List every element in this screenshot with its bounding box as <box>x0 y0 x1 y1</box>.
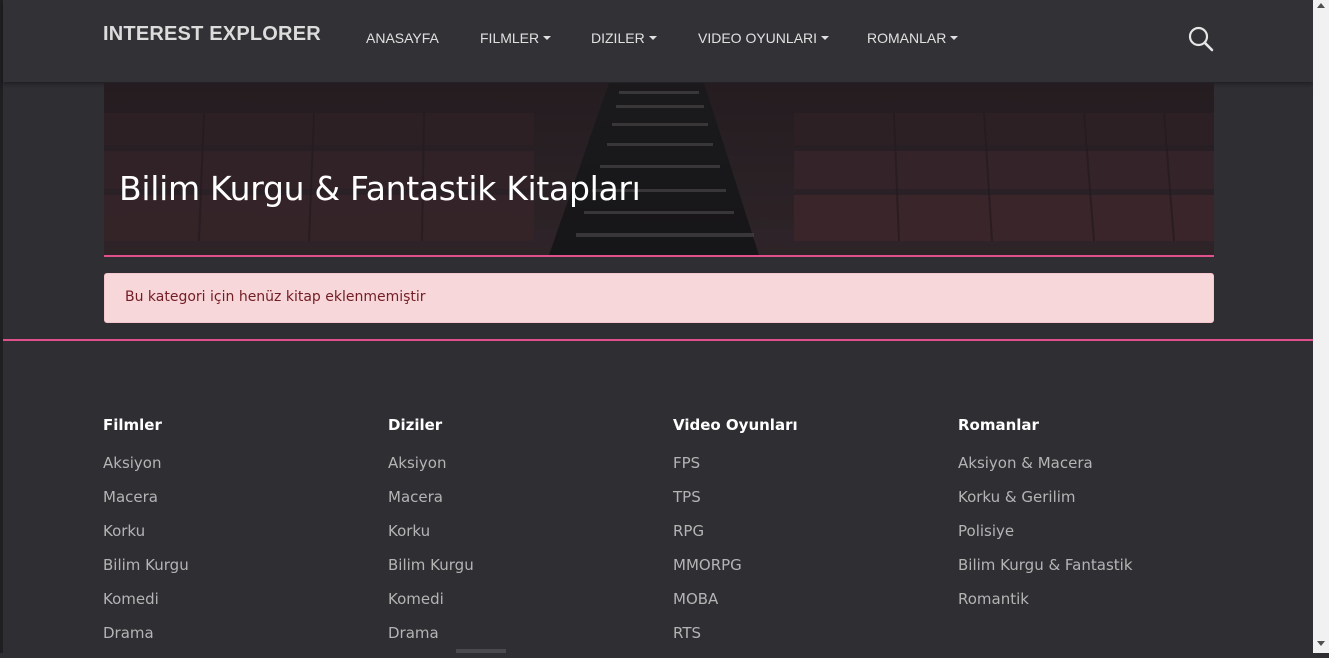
nav-item-video-oyunlari[interactable]: VIDEO OYUNLARI <box>698 30 830 46</box>
footer-link[interactable]: Bilim Kurgu <box>388 556 658 590</box>
footer-heading: Romanlar <box>958 416 1039 434</box>
vertical-scrollbar[interactable] <box>1313 0 1329 653</box>
caret-down-icon <box>950 36 959 40</box>
footer-column-filmler: Filmler Aksiyon Macera Korku Bilim Kurgu… <box>103 416 373 658</box>
footer-link[interactable]: Korku <box>388 522 658 556</box>
navbar: INTEREST EXPLORER ANASAYFA FILMLER DIZIL… <box>3 0 1313 82</box>
footer-heading: Video Oyunları <box>673 416 798 434</box>
footer-column-diziler: Diziler Aksiyon Macera Korku Bilim Kurgu… <box>388 416 658 658</box>
footer-divider <box>3 339 1313 341</box>
brand-logo[interactable]: INTEREST EXPLORER <box>103 23 321 46</box>
nav-item-romanlar[interactable]: ROMANLAR <box>867 30 959 46</box>
footer-heading: Diziler <box>388 416 443 434</box>
caret-down-icon <box>648 36 657 40</box>
nav-item-diziler[interactable]: DIZILER <box>591 30 657 46</box>
nav-item-label: ROMANLAR <box>867 30 947 46</box>
footer-link[interactable]: Aksiyon <box>103 454 373 488</box>
footer-link[interactable]: RPG <box>673 522 943 556</box>
footer-link[interactable]: Aksiyon <box>388 454 658 488</box>
footer-link[interactable]: Aksiyon & Macera <box>958 454 1228 488</box>
footer-link[interactable]: Polisiye <box>958 522 1228 556</box>
nav-item-label: VIDEO OYUNLARI <box>698 30 818 46</box>
page: INTEREST EXPLORER ANASAYFA FILMLER DIZIL… <box>3 0 1313 653</box>
caret-down-icon <box>821 36 830 40</box>
footer-link[interactable]: Bilim Kurgu & Fantastik <box>958 556 1228 590</box>
scroll-down-arrow-icon[interactable] <box>1317 641 1325 646</box>
nav-item-anasayfa[interactable]: ANASAYFA <box>366 30 439 46</box>
footer-link[interactable]: Bilim Kurgu <box>103 556 373 590</box>
category-hero: Bilim Kurgu & Fantastik Kitapları <box>104 83 1214 257</box>
caret-down-icon <box>543 36 552 40</box>
footer-link[interactable]: MOBA <box>673 590 943 624</box>
footer-link[interactable]: Komedi <box>388 590 658 624</box>
footer-link[interactable]: TPS <box>673 488 943 522</box>
footer-link[interactable]: Korku & Gerilim <box>958 488 1228 522</box>
footer-link[interactable]: Komedi <box>103 590 373 624</box>
footer-heading: Filmler <box>103 416 162 434</box>
alert-message: Bu kategori için henüz kitap eklenmemişt… <box>125 289 426 305</box>
scroll-to-top-tab[interactable] <box>456 649 506 653</box>
footer-link[interactable]: Macera <box>388 488 658 522</box>
page-title: Bilim Kurgu & Fantastik Kitapları <box>119 169 641 209</box>
footer-column-romanlar: Romanlar Aksiyon & Macera Korku & Gerili… <box>958 416 1228 624</box>
scroll-up-arrow-icon[interactable] <box>1317 3 1325 8</box>
search-icon <box>1188 26 1214 52</box>
footer-column-video-oyunlari: Video Oyunları FPS TPS RPG MMORPG MOBA R… <box>673 416 943 658</box>
footer-link[interactable]: Romantik <box>958 590 1228 624</box>
footer-link[interactable]: MMORPG <box>673 556 943 590</box>
empty-category-alert: Bu kategori için henüz kitap eklenmemişt… <box>104 273 1214 323</box>
nav-item-label: DIZILER <box>591 30 645 46</box>
footer-link[interactable]: Macera <box>103 488 373 522</box>
search-button[interactable] <box>1187 25 1215 53</box>
footer-link[interactable]: FPS <box>673 454 943 488</box>
nav-item-label: ANASAYFA <box>366 30 439 46</box>
footer-link[interactable]: Korku <box>103 522 373 556</box>
nav-item-label: FILMLER <box>480 30 540 46</box>
scrollbar-thumb[interactable] <box>1315 14 1327 574</box>
nav-item-filmler[interactable]: FILMLER <box>480 30 552 46</box>
